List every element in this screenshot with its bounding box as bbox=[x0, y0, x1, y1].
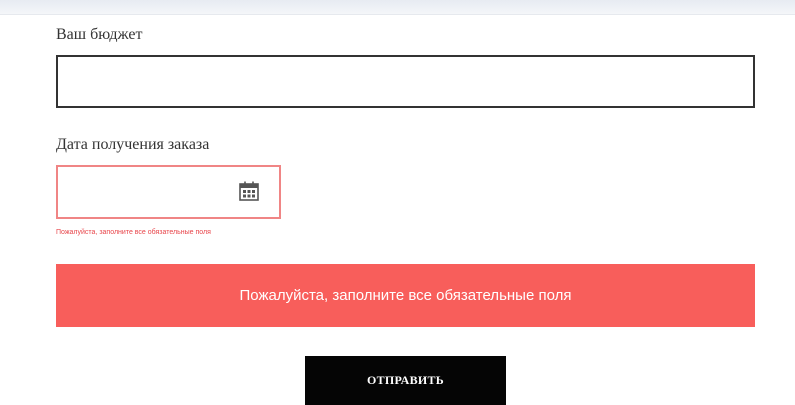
submit-button[interactable]: ОТПРАВИТЬ bbox=[305, 356, 506, 405]
date-field-error: Пожалуйста, заполните все обязательные п… bbox=[56, 229, 211, 236]
date-label: Дата получения заказа bbox=[56, 136, 210, 153]
top-divider bbox=[0, 0, 795, 15]
form-error-banner: Пожалуйста, заполните все обязательные п… bbox=[56, 264, 755, 327]
budget-label: Ваш бюджет bbox=[56, 26, 143, 43]
calendar-icon[interactable] bbox=[238, 180, 260, 202]
budget-input[interactable] bbox=[56, 55, 755, 108]
